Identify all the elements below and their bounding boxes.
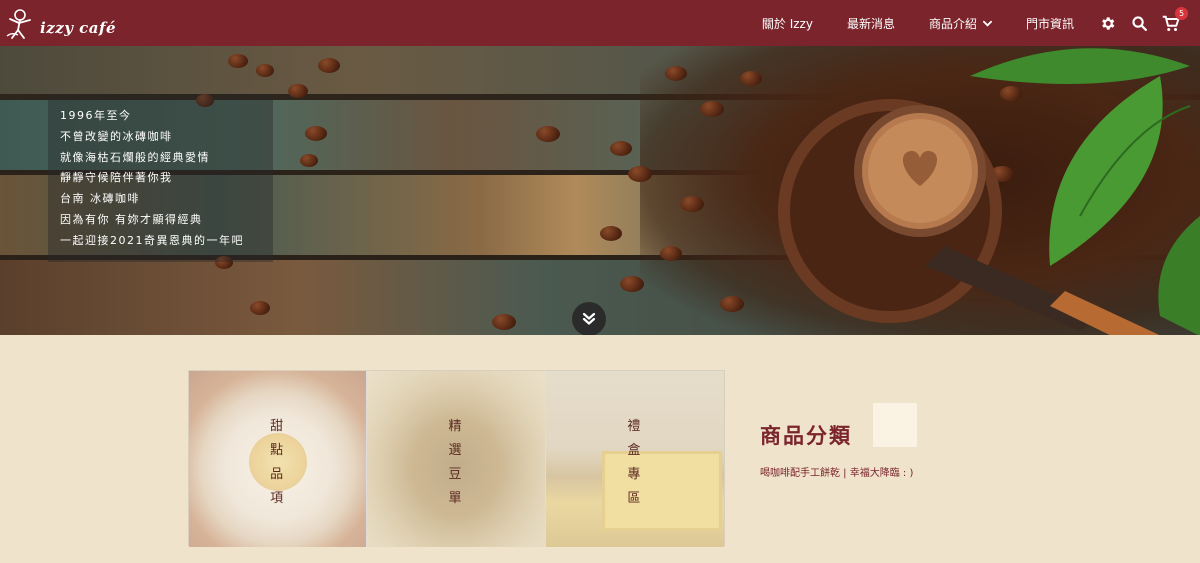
category-char: 甜 xyxy=(270,419,286,434)
category-char: 單 xyxy=(448,491,464,506)
menu-item-about[interactable]: 關於 Izzy xyxy=(745,15,830,32)
category-char: 區 xyxy=(627,491,643,506)
category-gift-boxes-label: 禮 盒 專 區 xyxy=(546,415,724,511)
scroll-down-button[interactable] xyxy=(572,302,606,335)
coffee-bean xyxy=(610,141,632,156)
logo-text: izzy café xyxy=(40,19,117,37)
search-icon[interactable] xyxy=(1130,14,1148,32)
category-char: 項 xyxy=(270,491,286,506)
coffee-bean xyxy=(600,226,622,241)
coffee-bean xyxy=(256,64,274,77)
category-char: 專 xyxy=(627,467,643,482)
category-char: 豆 xyxy=(448,467,464,482)
logo-figure-icon xyxy=(6,9,31,39)
hero-quote: 1996年至今 不曾改變的冰磚咖啡 就像海枯石爛般的經典愛情 靜靜守候陪伴著你我… xyxy=(48,94,273,262)
chevron-down-icon xyxy=(982,20,992,27)
hero-quote-line: 1996年至今 xyxy=(60,109,132,122)
category-char: 盒 xyxy=(627,443,643,458)
coffee-bean xyxy=(720,296,744,312)
category-char: 精 xyxy=(448,419,464,434)
coffee-bean xyxy=(700,101,724,117)
category-grid: 甜 點 品 項 精 選 豆 單 禮 盒 專 區 xyxy=(188,370,725,547)
menu-item-news[interactable]: 最新消息 xyxy=(830,15,912,32)
category-char: 選 xyxy=(448,443,464,458)
coffee-bean xyxy=(228,54,248,68)
coffee-bean xyxy=(288,84,308,98)
coffee-bean xyxy=(492,314,516,330)
coffee-bean xyxy=(536,126,560,142)
coffee-bean xyxy=(300,154,318,167)
hero-quote-line: 一起迎接2021奇異恩典的一年吧 xyxy=(60,233,244,247)
coffee-bean xyxy=(665,66,687,81)
top-navbar: izzy café 關於 Izzy 最新消息 商品介紹 門市資訊 5 xyxy=(0,0,1200,46)
category-section-title: 商品分類 xyxy=(760,424,852,448)
menu-item-products-label: 商品介紹 xyxy=(928,16,977,31)
coffee-bean xyxy=(628,166,652,182)
coffee-bean xyxy=(305,126,327,141)
hero-banner: 1996年至今 不曾改變的冰磚咖啡 就像海枯石爛般的經典愛情 靜靜守候陪伴著你我… xyxy=(0,46,1200,335)
category-desserts[interactable]: 甜 點 品 項 xyxy=(189,371,368,547)
hero-quote-line: 就像海枯石爛般的經典愛情 xyxy=(60,150,210,164)
logo[interactable]: izzy café xyxy=(4,6,116,40)
category-decor-box xyxy=(873,403,917,447)
coffee-bean xyxy=(660,246,682,261)
coffee-bean xyxy=(250,301,270,315)
coffee-pot-illustration xyxy=(778,99,1160,335)
coffee-bean xyxy=(740,71,762,86)
menu-item-products[interactable]: 商品介紹 xyxy=(912,15,1009,32)
coffee-bean xyxy=(620,276,644,292)
category-beans[interactable]: 精 選 豆 單 xyxy=(367,371,546,547)
hero-quote-line: 台南 冰磚咖啡 xyxy=(60,192,140,206)
main-menu: 關於 Izzy 最新消息 商品介紹 門市資訊 5 xyxy=(745,0,1200,46)
category-char: 品 xyxy=(270,467,286,482)
category-section-subtitle: 喝咖啡配手工餅乾 | 幸福大降臨 : ) xyxy=(760,468,914,479)
coffee-bean xyxy=(318,58,340,73)
category-desserts-label: 甜 點 品 項 xyxy=(189,415,366,511)
category-beans-label: 精 選 豆 單 xyxy=(367,415,544,511)
category-char: 點 xyxy=(270,443,286,458)
coffee-bean xyxy=(680,196,704,212)
category-gift-boxes[interactable]: 禮 盒 專 區 xyxy=(545,371,724,547)
cart-button[interactable]: 5 xyxy=(1162,7,1188,32)
hero-quote-line: 靜靜守候陪伴著你我 xyxy=(60,171,173,185)
hero-quote-line: 不曾改變的冰磚咖啡 xyxy=(60,129,173,143)
hero-quote-line: 因為有你 有妳才顯得經典 xyxy=(60,212,203,226)
category-char: 禮 xyxy=(627,419,643,434)
cart-count-badge: 5 xyxy=(1175,7,1188,20)
gear-icon[interactable] xyxy=(1098,14,1116,32)
double-chevron-down-icon xyxy=(582,312,596,325)
menu-item-stores[interactable]: 門市資訊 xyxy=(1009,15,1091,32)
